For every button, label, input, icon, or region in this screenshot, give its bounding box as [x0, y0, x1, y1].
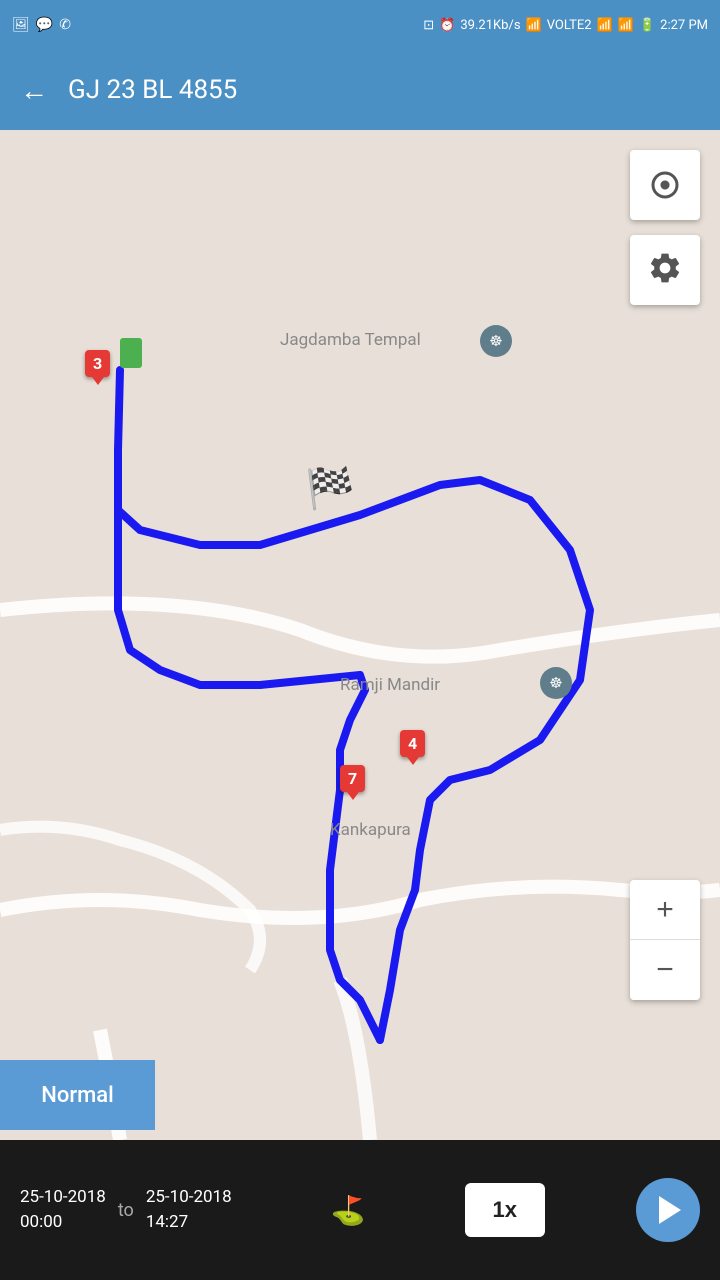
route-waypoint-icon: ⛳: [331, 1194, 366, 1227]
back-button[interactable]: ←: [20, 74, 48, 107]
temple-icon-jagdamba: ☸: [480, 325, 512, 357]
map-marker-3: 3: [85, 350, 110, 377]
top-bar: ← GJ 23 BL 4855: [0, 50, 720, 130]
temple-icon-ramji: ☸: [540, 667, 572, 699]
label-ramji: Ramji Mandir: [340, 675, 440, 695]
date-to-block: 25-10-2018 14:27: [146, 1185, 232, 1236]
date-from: 25-10-2018: [20, 1185, 106, 1211]
battery-level: 🔋: [639, 18, 655, 33]
zoom-controls: + −: [630, 880, 700, 1000]
settings-button[interactable]: [630, 235, 700, 305]
route-path: [0, 130, 720, 1140]
message-icon: 💬: [36, 17, 53, 33]
location-icon: [647, 167, 683, 203]
status-left: 🖼 💬 ✆: [12, 17, 71, 33]
status-right: ⊡ ⏰ 39.21Kb/s 📶 VOLTE2 📶 📶 🔋 2:27 PM: [423, 18, 708, 33]
date-range: 25-10-2018 00:00 to 25-10-2018 14:27: [20, 1185, 232, 1236]
map-marker-4: 4: [400, 730, 425, 757]
status-bar: 🖼 💬 ✆ ⊡ ⏰ 39.21Kb/s 📶 VOLTE2 📶 📶 🔋 2:27 …: [0, 0, 720, 50]
label-jagdamba: Jagdamba Tempal: [280, 330, 421, 350]
location-button[interactable]: [630, 150, 700, 220]
time-display: 2:27 PM: [660, 18, 708, 33]
date-to: 25-10-2018: [146, 1185, 232, 1211]
page-title: GJ 23 BL 4855: [68, 75, 237, 105]
green-flag-marker: [120, 338, 142, 368]
zoom-in-button[interactable]: +: [630, 880, 700, 940]
time-from: 00:00: [20, 1210, 106, 1236]
gallery-icon: 🖼: [12, 17, 30, 33]
gear-icon: [647, 250, 683, 290]
bottom-bar: 25-10-2018 00:00 to 25-10-2018 14:27 ⛳ 1…: [0, 1140, 720, 1280]
map-marker-7: 7: [340, 765, 365, 792]
to-label: to: [118, 1200, 134, 1221]
speed-button[interactable]: 1x: [465, 1183, 545, 1237]
signal-icon2: 📶: [618, 18, 634, 33]
zoom-out-button[interactable]: −: [630, 940, 700, 1000]
clock-icon: ⏰: [439, 18, 455, 33]
date-from-block: 25-10-2018 00:00: [20, 1185, 106, 1236]
whatsapp-icon: ✆: [59, 17, 71, 33]
screen-record-icon: ⊡: [423, 18, 434, 33]
signal-icon: 📶: [597, 18, 613, 33]
road-overlay: [0, 130, 720, 1140]
map-type-normal-button[interactable]: Normal: [0, 1060, 155, 1130]
map-area[interactable]: Jagdamba Tempal Ramji Mandir Kankapura ☸…: [0, 130, 720, 1140]
time-to: 14:27: [146, 1210, 232, 1236]
network-speed: 39.21Kb/s: [460, 18, 520, 33]
checkered-flag-marker: 🏁: [305, 465, 355, 512]
wifi-icon: 📶: [526, 18, 542, 33]
network-type: VOLTE2: [547, 18, 592, 33]
label-kankapura: Kankapura: [330, 820, 411, 840]
play-button[interactable]: [636, 1178, 700, 1242]
